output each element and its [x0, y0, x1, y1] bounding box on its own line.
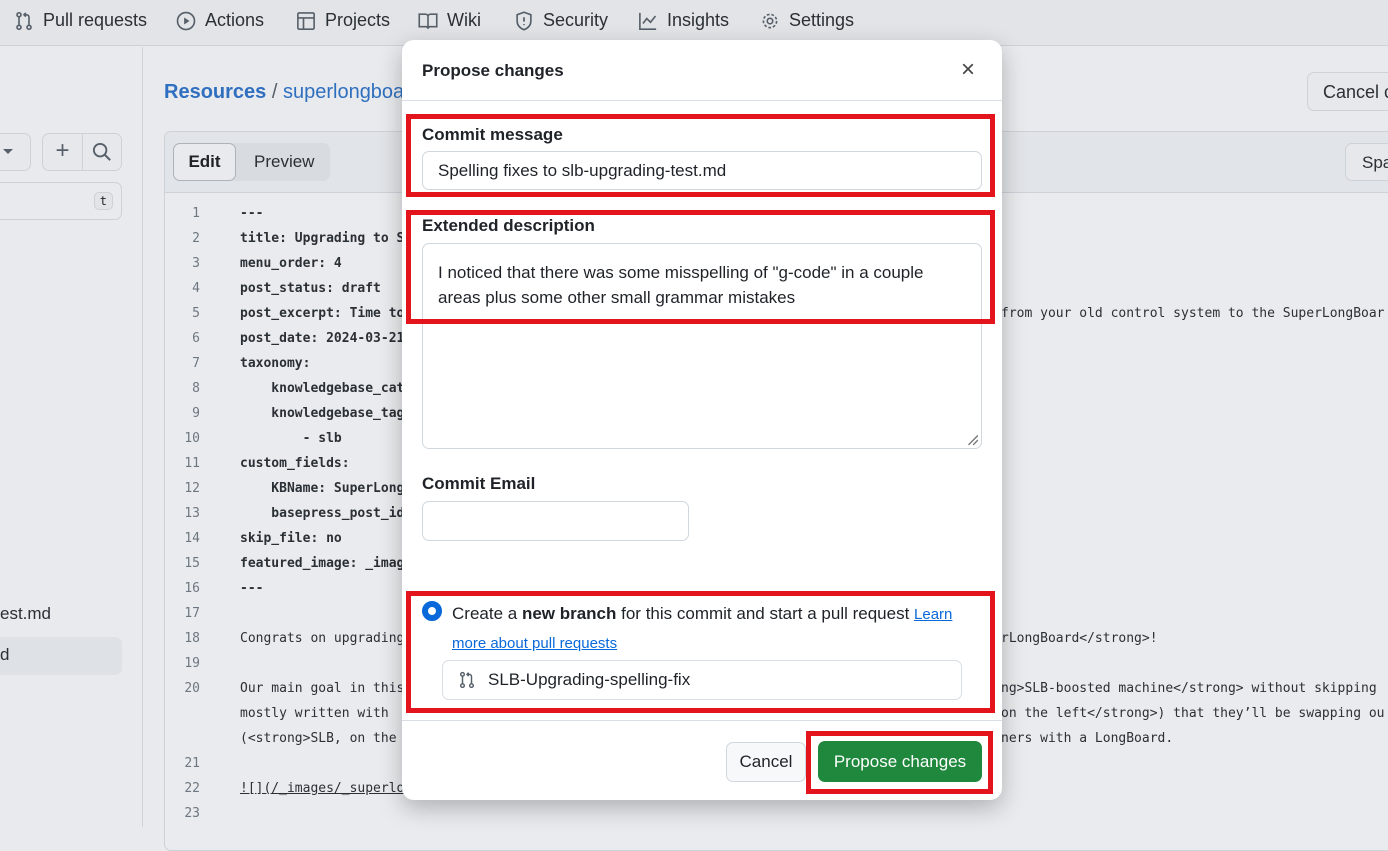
code-text: - slb [240, 431, 342, 446]
commit-email-label: Commit Email [422, 474, 536, 493]
code-text: knowledgebase_cat [240, 381, 405, 396]
code-text-continued: rLongBoard</strong>! [1001, 631, 1158, 646]
line-number: 14 [184, 531, 200, 546]
code-text: ![](/_images/_superlo [240, 781, 405, 796]
code-text: (<strong>SLB, on the [240, 731, 405, 746]
code-text: post_date: 2024-03-21 [240, 331, 405, 346]
tab-preview[interactable]: Preview [254, 143, 314, 181]
commit-email-input[interactable] [422, 501, 689, 541]
branch-dropdown[interactable] [0, 133, 31, 171]
code-text-continued: from your old control system to the Supe… [1001, 306, 1385, 321]
line-number: 4 [192, 281, 200, 296]
play-circle-icon [176, 11, 196, 30]
table-icon [297, 11, 315, 30]
dialog-title: Propose changes [422, 61, 564, 80]
code-text: KBName: SuperLong [240, 481, 405, 496]
code-text: custom_fields: [240, 456, 350, 471]
line-number: 12 [184, 481, 200, 496]
line-number: 1 [192, 206, 200, 221]
search-icon[interactable] [92, 142, 112, 162]
file-filter-input[interactable]: t [0, 182, 122, 220]
resize-handle-icon[interactable] [965, 432, 979, 446]
breadcrumb-file-input[interactable]: superlongboar [283, 81, 411, 103]
code-text: taxonomy: [240, 356, 311, 371]
line-number: 13 [184, 506, 200, 521]
graph-icon [639, 12, 657, 30]
code-text-continued: on the left</strong>) that they’ll be sw… [1001, 706, 1385, 721]
nav-wiki[interactable]: Wiki [418, 10, 481, 31]
highlight-commit-message [406, 114, 995, 197]
code-text: menu_order: 4 [240, 256, 342, 271]
line-number: 9 [192, 406, 200, 421]
line-number: 15 [184, 556, 200, 571]
code-text-continued: ners with a LongBoard. [1001, 731, 1174, 746]
cancel-button[interactable]: Cancel [726, 742, 806, 782]
divider [402, 100, 1002, 101]
line-number: 21 [184, 756, 200, 771]
code-text: title: Upgrading to S [240, 231, 405, 246]
tab-edit[interactable]: Edit [173, 143, 236, 181]
code-text: --- [240, 581, 264, 596]
code-text: mostly written with [240, 706, 397, 721]
code-text: skip_file: no [240, 531, 342, 546]
indent-mode-select[interactable]: Spa [1345, 143, 1388, 181]
nav-security[interactable]: Security [514, 10, 608, 31]
line-number: 18 [184, 631, 200, 646]
book-icon [418, 12, 438, 29]
git-pull-request-icon [16, 11, 32, 30]
nav-pull-requests[interactable]: Pull requests [14, 10, 147, 31]
highlight-extended-description [406, 210, 995, 324]
code-text: knowledgebase_tag [240, 406, 405, 421]
line-number: 10 [184, 431, 200, 446]
line-number: 11 [184, 456, 200, 471]
add-file-button[interactable]: + [43, 134, 83, 170]
line-number: 19 [184, 656, 200, 671]
file-tree-sidebar: + t est.md d [0, 47, 143, 827]
breadcrumb-root-link[interactable]: Resources [164, 81, 266, 103]
code-text: Congrats on upgrading [240, 631, 405, 646]
breadcrumb-separator: / [271, 81, 278, 103]
code-text: post_status: draft [240, 281, 381, 296]
divider [402, 720, 1002, 721]
highlight-propose-button [806, 731, 993, 794]
line-number: 8 [192, 381, 200, 396]
shortcut-key: t [93, 192, 113, 210]
line-number: 3 [192, 256, 200, 271]
line-number: 16 [184, 581, 200, 596]
file-item-selected[interactable]: d [0, 637, 122, 675]
gear-icon [762, 13, 778, 28]
nav-actions[interactable]: Actions [176, 10, 264, 31]
line-number: 7 [192, 356, 200, 371]
nav-settings[interactable]: Settings [760, 10, 854, 31]
shield-icon [516, 10, 532, 31]
cancel-changes-button[interactable]: Cancel c [1307, 72, 1388, 111]
line-number: 5 [192, 306, 200, 321]
highlight-new-branch [406, 591, 995, 713]
line-number: 6 [192, 331, 200, 346]
code-text: basepress_post_id [240, 506, 405, 521]
code-text: --- [240, 206, 264, 221]
file-actions-group: + [42, 133, 122, 171]
breadcrumb: Resources / superlongboar [164, 81, 411, 104]
line-number: 20 [184, 681, 200, 696]
close-icon[interactable]: × [961, 56, 975, 84]
line-number: 17 [184, 606, 200, 621]
code-text: post_excerpt: Time to [240, 306, 405, 321]
code-text: Our main goal in this [240, 681, 405, 696]
code-text: featured_image: _imag [240, 556, 405, 571]
nav-projects[interactable]: Projects [296, 10, 390, 31]
line-number: 23 [184, 806, 200, 821]
line-number: 22 [184, 781, 200, 796]
code-text-continued: ng>SLB-boosted machine</strong> without … [1001, 681, 1385, 696]
line-number: 2 [192, 231, 200, 246]
chevron-down-icon [3, 149, 13, 159]
nav-insights[interactable]: Insights [638, 10, 729, 31]
file-item[interactable]: est.md [0, 604, 51, 624]
